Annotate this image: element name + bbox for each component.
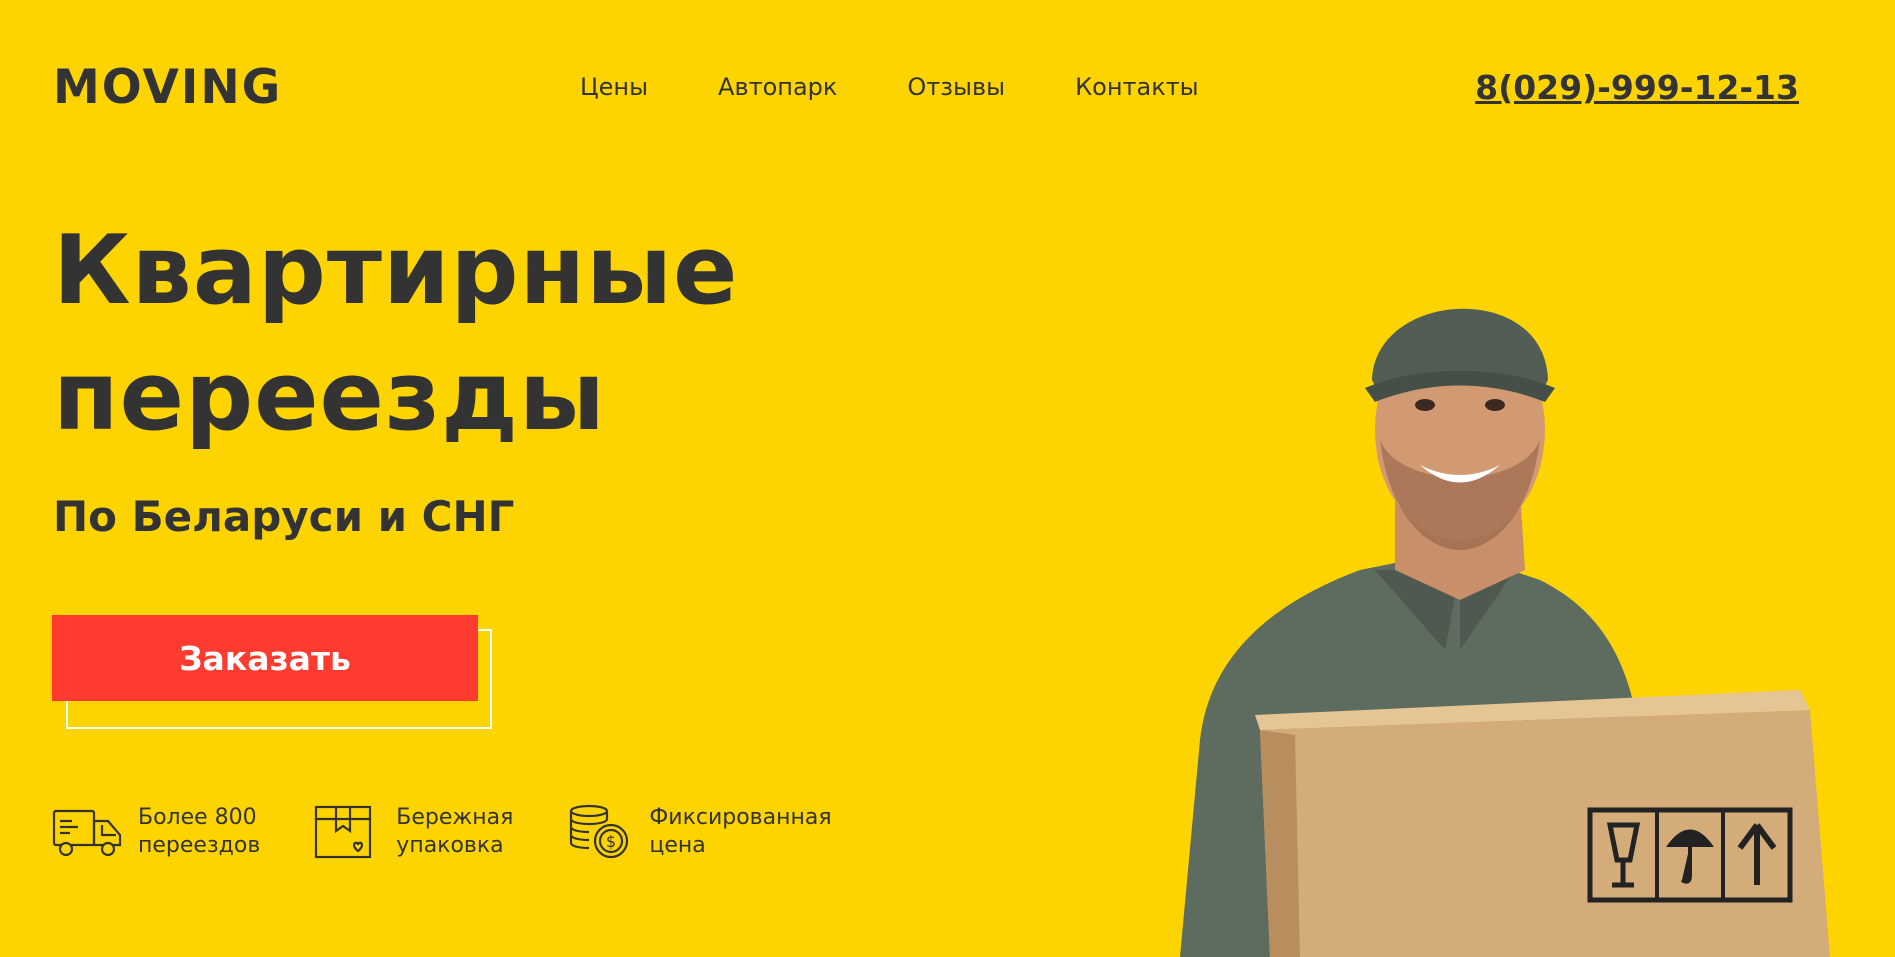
landing-page: MOVING Цены Автопарк Отзывы Контакты 8(0… [0, 0, 1895, 957]
cta-wrapper: Заказать [52, 615, 492, 729]
feature-item: Более 800 переездов [52, 803, 260, 861]
order-button[interactable]: Заказать [52, 615, 478, 701]
nav-link-fleet[interactable]: Автопарк [718, 73, 837, 101]
svg-text:$: $ [606, 832, 616, 851]
feature-line2: переездов [138, 833, 261, 858]
feature-line2: упаковка [396, 833, 504, 858]
coins-icon: $ [570, 804, 629, 859]
feature-item: $ Фиксированная цена [563, 803, 832, 861]
site-logo[interactable]: MOVING [53, 60, 282, 115]
nav-link-contacts[interactable]: Контакты [1075, 73, 1199, 101]
truck-icon [52, 809, 122, 857]
feature-item: Бережная упаковка [310, 803, 513, 861]
title-line-1: Квартирные [53, 216, 739, 326]
main-nav: Цены Автопарк Отзывы Контакты [580, 73, 1269, 101]
phone-link[interactable]: 8(029)-999-12-13 [1475, 68, 1799, 107]
mover-illustration [1180, 308, 1830, 957]
feature-line1: Более 800 [138, 805, 257, 830]
page-title: Квартирные переезды [53, 208, 953, 460]
box-icon [315, 805, 372, 859]
feature-line1: Фиксированная [649, 805, 832, 830]
nav-link-prices[interactable]: Цены [580, 73, 648, 101]
cardboard-box [1255, 690, 1830, 957]
title-line-2: переезды [53, 342, 606, 452]
feature-line2: цена [649, 833, 706, 858]
nav-link-reviews[interactable]: Отзывы [907, 73, 1005, 101]
hero-subtitle: По Беларуси и СНГ [53, 492, 515, 541]
feature-line1: Бережная [396, 805, 514, 830]
features-list: Более 800 переездов Бережная упаковка $ … [52, 803, 882, 861]
